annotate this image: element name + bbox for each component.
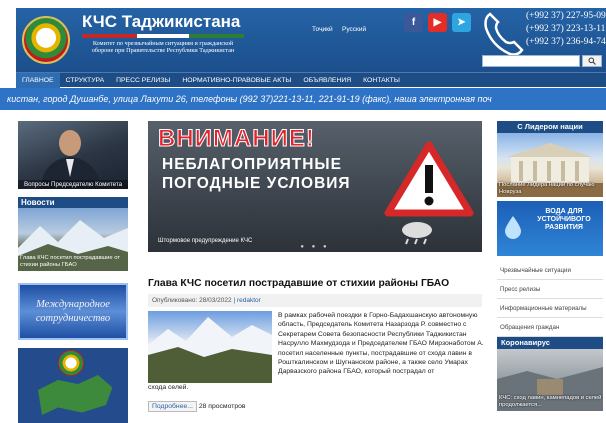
- flag-stripe: [82, 34, 244, 38]
- news-caption: Глава КЧС посетил пострадавшие от стихии…: [20, 255, 121, 268]
- nav-contacts[interactable]: КОНТАКТЫ: [357, 73, 406, 88]
- water-sdg-banner[interactable]: ВОДА ДЛЯ УСТОЙЧИВОГО РАЗВИТИЯ: [497, 201, 603, 256]
- article-meta: Опубликовано: 28/03/2022 | redaktor: [148, 294, 482, 307]
- emblem-icon: [58, 350, 84, 376]
- search-button[interactable]: [582, 55, 602, 67]
- chairman-caption: Вопросы Председателю Комитета: [18, 179, 128, 189]
- phone-number[interactable]: (+992 37) 227-95-09: [526, 10, 606, 23]
- sdg-text: ВОДА ДЛЯ УСТОЙЧИВОГО РАЗВИТИЯ: [537, 208, 591, 231]
- article-body: В рамках рабочей поездки в Горно-Бадахша…: [278, 312, 484, 376]
- telegram-icon[interactable]: ➤: [452, 13, 471, 32]
- phone-numbers: (+992 37) 227-95-09 (+992 37) 223-13-11 …: [526, 10, 606, 49]
- coronavirus-banner[interactable]: КЧС: сход лавин, камнепадов и селей прод…: [497, 349, 603, 411]
- hero-headline: ВНИМАНИЕ!: [158, 125, 315, 153]
- leader-section-title[interactable]: С Лидером нации: [497, 121, 603, 133]
- site-title[interactable]: КЧС Таджикистана: [82, 12, 240, 32]
- link-info-materials[interactable]: Информационные материалы: [497, 299, 603, 318]
- phone-number[interactable]: (+992 37) 236-94-74: [526, 36, 606, 49]
- article-image[interactable]: [148, 311, 272, 383]
- article-body-tail: схода селей.: [148, 384, 189, 391]
- water-drop-icon: [505, 216, 521, 239]
- leader-caption: Послание Лидера нации по случаю Новруза: [499, 182, 595, 195]
- lang-tajik-link[interactable]: Тоҷикӣ: [312, 26, 333, 33]
- published-date: Опубликовано: 28/03/2022: [152, 297, 232, 304]
- hero-text: НЕБЛАГОПРИЯТНЫЕ ПОГОДНЫЕ УСЛОВИЯ: [162, 156, 351, 192]
- storm-cloud-icon: [402, 222, 432, 245]
- youtube-icon[interactable]: ▶: [428, 13, 447, 32]
- search-icon: [588, 57, 596, 65]
- read-more-button[interactable]: Подробнее...: [148, 401, 197, 412]
- news-section-title[interactable]: Новости: [18, 197, 128, 208]
- link-emergencies[interactable]: Чрезвычайные ситуации: [497, 261, 603, 280]
- news-thumbnail[interactable]: Глава КЧС посетил пострадавшие от стихии…: [18, 208, 128, 271]
- emblem-logo[interactable]: [22, 16, 70, 64]
- site-subtitle: Комитет по чрезвычайным ситуациям и граж…: [91, 40, 235, 55]
- phone-icon: [484, 12, 524, 56]
- link-press-releases[interactable]: Пресс релизы: [497, 280, 603, 299]
- chairman-questions-banner[interactable]: Вопросы Председателю Комитета: [18, 121, 128, 189]
- search-input[interactable]: [482, 55, 580, 67]
- article-footer: Подробнее... 28 просмотров: [148, 401, 246, 412]
- facebook-icon[interactable]: f: [404, 13, 423, 32]
- nav-structure[interactable]: СТРУКТУРА: [60, 73, 111, 88]
- phone-number[interactable]: (+992 37) 223-13-11: [526, 23, 606, 36]
- coronavirus-caption: КЧС: сход лавин, камнепадов и селей прод…: [499, 395, 602, 408]
- nav-press-releases[interactable]: ПРЕСС РЕЛИЗЫ: [110, 73, 176, 88]
- right-links: Чрезвычайные ситуации Пресс релизы Инфор…: [497, 261, 603, 337]
- nav-legal-acts[interactable]: НОРМАТИВНО-ПРАВОВЫЕ АКТЫ: [176, 73, 297, 88]
- news-ticker[interactable]: кистан, город Душанбе, улица Лахути 26, …: [0, 88, 606, 110]
- author-link[interactable]: redaktor: [237, 297, 261, 304]
- leader-banner[interactable]: Послание Лидера нации по случаю Новруза: [497, 133, 603, 197]
- mountain-image: [148, 317, 272, 383]
- page: КЧС Таджикистана Комитет по чрезвычайным…: [0, 0, 606, 423]
- main-nav: ГЛАВНОЕ СТРУКТУРА ПРЕСС РЕЛИЗЫ НОРМАТИВН…: [16, 72, 606, 88]
- nav-home[interactable]: ГЛАВНОЕ: [16, 72, 60, 88]
- international-cooperation-banner[interactable]: Международное сотрудничество: [18, 283, 128, 340]
- slider-dots[interactable]: ● ● ●: [148, 244, 482, 250]
- lang-russian-link[interactable]: Русский: [342, 26, 366, 33]
- link-citizen-appeals[interactable]: Обращения граждан: [497, 318, 603, 337]
- article-title[interactable]: Глава КЧС посетил пострадавшие от стихии…: [148, 278, 482, 289]
- nav-announcements[interactable]: ОБЪЯВЛЕНИЯ: [297, 73, 357, 88]
- view-count: 28 просмотров: [198, 403, 246, 410]
- warning-sign-icon: [384, 141, 474, 217]
- map-banner[interactable]: [18, 348, 128, 423]
- tajikistan-map-icon: [38, 375, 113, 415]
- coronavirus-section-title[interactable]: Коронавирус: [497, 337, 603, 349]
- site-header: КЧС Таджикистана Комитет по чрезвычайным…: [16, 8, 606, 72]
- hero-slider[interactable]: ВНИМАНИЕ! НЕБЛАГОПРИЯТНЫЕ ПОГОДНЫЕ УСЛОВ…: [148, 121, 482, 252]
